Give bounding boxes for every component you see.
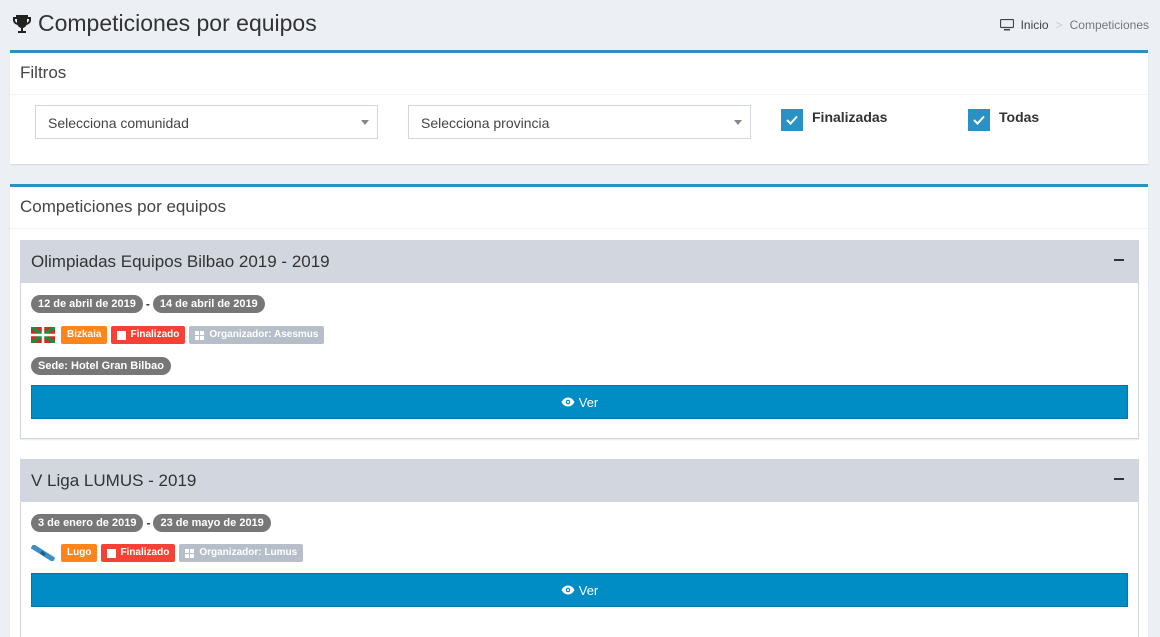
competition-header: Olimpiadas Equipos Bilbao 2019 - 2019 xyxy=(21,241,1138,283)
provincia-select[interactable]: Selecciona provincia xyxy=(408,105,751,139)
caret-down-icon xyxy=(361,120,369,125)
competitions-box-title: Competiciones por equipos xyxy=(10,187,1148,229)
province-tag: Bizkaia xyxy=(61,326,108,344)
ver-button-label: Ver xyxy=(578,582,599,598)
start-date-badge: 3 de enero de 2019 xyxy=(31,514,144,532)
competition-card: V Liga LUMUS - 2019 3 de enero de 2019 -… xyxy=(20,459,1139,637)
ver-button-label: Ver xyxy=(578,394,599,410)
start-date-badge: 12 de abril de 2019 xyxy=(31,295,143,313)
end-date-badge: 23 de mayo de 2019 xyxy=(153,514,271,532)
end-date-badge: 14 de abril de 2019 xyxy=(152,295,265,313)
square-icon xyxy=(107,548,117,558)
page-title-text: Competiciones por equipos xyxy=(38,10,317,36)
collapse-icon[interactable] xyxy=(1114,478,1124,480)
competition-dates: 12 de abril de 2019 - 14 de abril de 201… xyxy=(31,295,265,313)
ver-button[interactable]: Ver xyxy=(31,385,1128,419)
breadcrumb-home-link[interactable]: Inicio xyxy=(1021,18,1049,32)
breadcrumb: Inicio > Competiciones xyxy=(999,18,1149,32)
organizer-tag: Organizador: Lumus xyxy=(179,544,304,562)
eye-icon xyxy=(561,585,575,595)
competition-tags: Lugo Finalizado Organizador: Lumus xyxy=(31,544,307,562)
status-tag-label: Finalizado xyxy=(130,329,180,340)
filters-box-title: Filtros xyxy=(10,53,1148,95)
checkmark-icon[interactable] xyxy=(968,109,990,131)
checkmark-icon[interactable] xyxy=(781,109,803,131)
caret-down-icon xyxy=(734,120,742,125)
organizer-tag: Organizador: Asesmus xyxy=(189,326,325,344)
todas-label: Todas xyxy=(999,109,1040,125)
eye-icon xyxy=(561,397,575,407)
venue-badge: Sede: Hotel Gran Bilbao xyxy=(31,357,171,375)
comunidad-select[interactable]: Selecciona comunidad xyxy=(35,105,378,139)
competition-dates: 3 de enero de 2019 - 23 de mayo de 2019 xyxy=(31,514,271,532)
page-title: Competiciones por equipos xyxy=(10,10,317,37)
competition-name: V Liga LUMUS - 2019 xyxy=(31,471,197,490)
monitor-icon xyxy=(999,19,1014,31)
venue-row: Sede: Hotel Gran Bilbao xyxy=(31,356,171,375)
trophy-icon xyxy=(13,14,31,33)
provincia-select-placeholder: Selecciona provincia xyxy=(421,115,550,131)
status-tag: Finalizado xyxy=(101,544,176,562)
galicia-flag-icon xyxy=(31,545,55,561)
grid-icon xyxy=(195,330,205,340)
organizer-tag-label: Organizador: Lumus xyxy=(199,547,298,558)
date-separator: - xyxy=(145,297,150,311)
competition-header: V Liga LUMUS - 2019 xyxy=(21,460,1138,502)
finalizadas-checkbox[interactable]: Finalizadas xyxy=(781,105,887,131)
square-icon xyxy=(117,330,127,340)
todas-checkbox[interactable]: Todas xyxy=(968,105,1039,131)
province-tag: Lugo xyxy=(61,544,98,562)
page-header: Competiciones por equipos Inicio > Compe… xyxy=(0,0,1160,48)
organizer-tag-label: Organizador: Asesmus xyxy=(209,329,319,340)
finalizadas-label: Finalizadas xyxy=(812,109,888,125)
ver-button[interactable]: Ver xyxy=(31,573,1128,607)
grid-icon xyxy=(185,548,195,558)
status-tag-label: Finalizado xyxy=(120,547,170,558)
breadcrumb-current: Competiciones xyxy=(1069,18,1149,32)
ikurrina-flag-icon xyxy=(31,327,55,343)
competition-card: Olimpiadas Equipos Bilbao 2019 - 2019 12… xyxy=(20,240,1139,439)
competitions-box: Competiciones por equipos Olimpiadas Equ… xyxy=(10,184,1148,637)
collapse-icon[interactable] xyxy=(1114,259,1124,261)
comunidad-select-placeholder: Selecciona comunidad xyxy=(48,115,189,131)
competition-tags: Bizkaia Finalizado Organizador: Asesmus xyxy=(31,326,328,344)
breadcrumb-separator: > xyxy=(1055,18,1063,32)
date-separator: - xyxy=(146,516,151,530)
filters-box: Filtros Selecciona comunidad Selecciona … xyxy=(10,50,1148,164)
status-tag: Finalizado xyxy=(111,326,186,344)
competition-name: Olimpiadas Equipos Bilbao 2019 - 2019 xyxy=(31,252,330,271)
